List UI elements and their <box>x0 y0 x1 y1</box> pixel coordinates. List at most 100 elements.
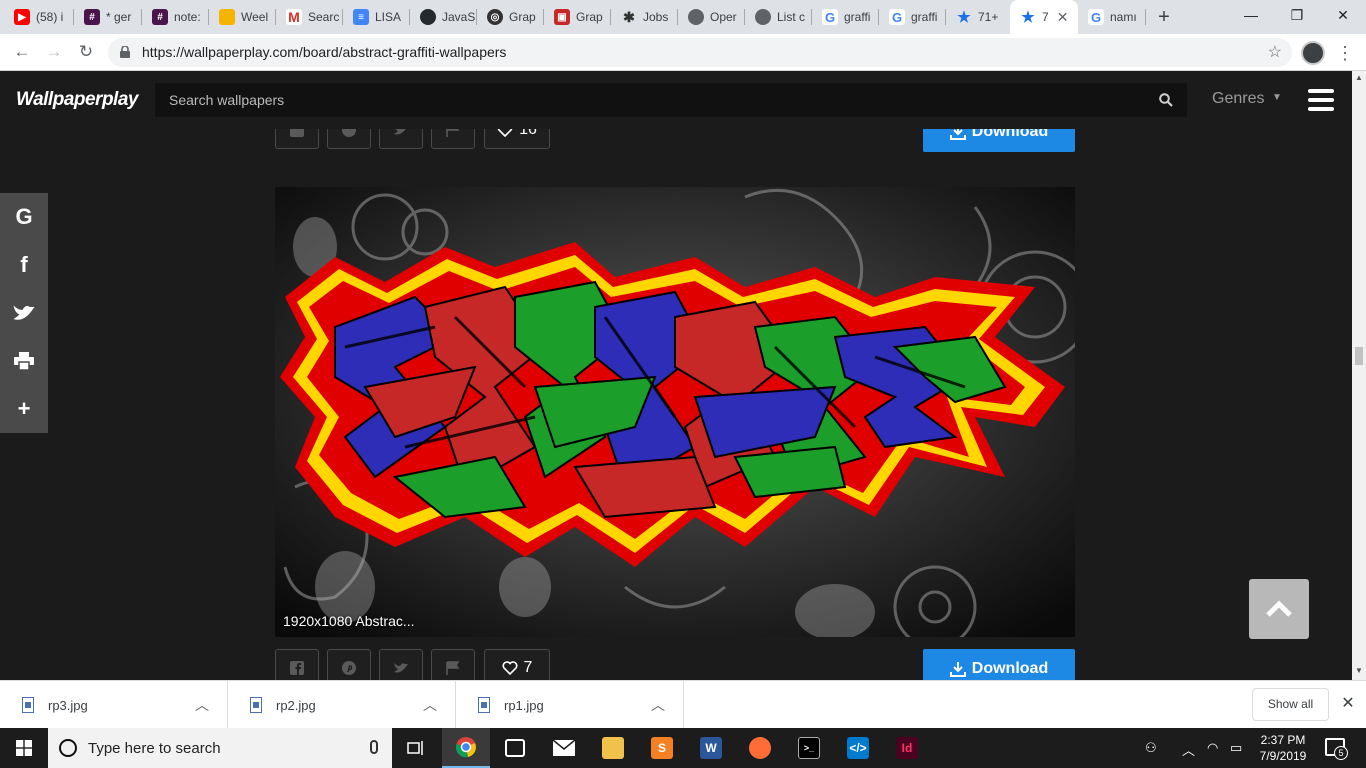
tab-71-plus[interactable]: ★ 71+ <box>946 0 1010 34</box>
maximize-button[interactable]: ❐ <box>1274 0 1320 30</box>
sublime-text-icon[interactable]: S <box>638 728 686 768</box>
taskbar-clock[interactable]: 2:37 PM 7/9/2019 <box>1253 732 1313 764</box>
facebook-share-button[interactable] <box>275 129 319 149</box>
tab-jobs[interactable]: ✱ Jobs <box>611 0 678 34</box>
more-share-plus-icon[interactable]: + <box>0 385 48 433</box>
store-icon[interactable] <box>491 728 539 768</box>
twitter-share-button[interactable] <box>379 649 423 680</box>
terminal-icon[interactable]: >_ <box>785 728 833 768</box>
chevron-up-icon[interactable]: ︿ <box>195 695 209 715</box>
tab-list[interactable]: List c <box>745 0 812 34</box>
twitter-share-icon[interactable] <box>0 289 48 337</box>
close-window-button[interactable]: ✕ <box>1320 0 1366 30</box>
tab-gmail-search[interactable]: M Searc <box>276 0 343 34</box>
tab-slides-week[interactable]: Weel <box>209 0 276 34</box>
download-button[interactable]: Download <box>923 129 1075 152</box>
notification-count-badge: 5 <box>1334 746 1348 760</box>
search-icon[interactable] <box>1159 93 1173 107</box>
hamburger-menu-icon[interactable] <box>1308 89 1334 111</box>
download-label: Download <box>971 129 1049 140</box>
profile-avatar[interactable] <box>1301 41 1325 65</box>
tab-slack-notes[interactable]: # note: <box>142 0 209 34</box>
download-button[interactable]: Download <box>923 649 1075 680</box>
facebook-icon <box>290 129 304 137</box>
like-button[interactable]: 7 <box>484 649 550 680</box>
file-explorer-icon[interactable] <box>589 728 637 768</box>
new-tab-button[interactable]: + <box>1152 6 1176 28</box>
tab-google-graffiti-2[interactable]: G graffi <box>879 0 946 34</box>
tab-slack-ger[interactable]: # * ger <box>74 0 142 34</box>
download-icon <box>949 129 966 140</box>
tab-open[interactable]: Oper <box>678 0 745 34</box>
minimize-button[interactable]: — <box>1228 0 1274 30</box>
word-icon[interactable]: W <box>687 728 735 768</box>
pinterest-share-button[interactable] <box>327 649 371 680</box>
flag-icon <box>446 129 460 137</box>
wallpaper-caption: 1920x1080 Abstrac... <box>283 613 415 629</box>
facebook-icon <box>290 661 304 675</box>
people-icon[interactable]: ⚇ <box>1145 740 1157 756</box>
genres-dropdown[interactable]: Genres <box>1212 90 1264 108</box>
windows-start-button[interactable] <box>0 728 48 768</box>
wallpaper-image[interactable]: 1920x1080 Abstrac... <box>275 187 1075 637</box>
chevron-up-icon[interactable]: ︿ <box>423 695 437 715</box>
tab-docs-lisa[interactable]: ≡ LISA <box>343 0 410 34</box>
tab-youtube[interactable]: ▶ (58) i <box>4 0 74 34</box>
download-item[interactable]: rp1.jpg ︿ <box>456 681 684 729</box>
battery-icon[interactable]: ▭ <box>1230 740 1242 756</box>
pinterest-share-button[interactable] <box>327 129 371 149</box>
site-logo[interactable]: Wallpaperplay <box>16 89 138 111</box>
taskbar-search-box[interactable]: Type here to search <box>48 728 392 768</box>
tab-label: Grap <box>576 10 603 24</box>
chrome-menu-icon[interactable]: ⋮ <box>1335 41 1355 65</box>
tab-close-icon[interactable]: ✕ <box>1057 9 1069 26</box>
twitter-share-button[interactable] <box>379 129 423 149</box>
mail-icon[interactable] <box>540 728 588 768</box>
microphone-icon[interactable] <box>370 740 378 754</box>
postman-icon[interactable] <box>736 728 784 768</box>
address-bar[interactable]: https://wallpaperplay.com/board/abstract… <box>108 38 1292 67</box>
forward-button[interactable]: → <box>42 40 66 64</box>
globe-icon <box>688 9 704 25</box>
tab-google-name[interactable]: G namı <box>1078 0 1146 34</box>
google-share-icon[interactable]: G <box>0 193 48 241</box>
chevron-up-icon[interactable]: ︿ <box>651 695 665 715</box>
vscode-icon[interactable]: </> <box>834 728 882 768</box>
download-item[interactable]: rp3.jpg ︿ <box>0 681 228 729</box>
scrollbar-thumb[interactable] <box>1355 347 1363 365</box>
tab-label: graffi <box>911 10 938 24</box>
tab-graph-1[interactable]: ◎ Grap <box>477 0 544 34</box>
scroll-down-arrow-icon[interactable]: ▼ <box>1355 666 1363 675</box>
close-shelf-icon[interactable]: ✕ <box>1338 693 1358 715</box>
tray-chevron-up-icon[interactable]: ︿ <box>1182 740 1195 759</box>
facebook-share-icon[interactable]: f <box>0 241 48 289</box>
scroll-up-arrow-icon[interactable]: ▲ <box>1355 73 1363 82</box>
image-file-icon <box>250 697 262 713</box>
search-input[interactable] <box>155 83 1145 117</box>
url-text: https://wallpaperplay.com/board/abstract… <box>142 44 507 60</box>
report-flag-button[interactable] <box>431 649 475 680</box>
tab-github-javascript[interactable]: JavaS <box>410 0 477 34</box>
indesign-icon[interactable]: Id <box>883 728 931 768</box>
tab-label: (58) i <box>36 10 64 24</box>
tab-active-wallpaperplay[interactable]: ★ 7 ✕ <box>1010 0 1078 34</box>
page-scrollbar[interactable]: ▲ ▼ <box>1352 71 1366 680</box>
report-flag-button[interactable] <box>431 129 475 149</box>
like-button[interactable]: 16 <box>484 129 550 149</box>
chrome-taskbar-icon[interactable] <box>442 728 490 768</box>
task-view-icon[interactable] <box>392 728 440 768</box>
tab-graph-2[interactable]: ▣ Grap <box>544 0 611 34</box>
bookmark-star-icon[interactable]: ☆ <box>1268 38 1282 67</box>
social-share-sidebar: G f + <box>0 193 48 433</box>
tab-label: Jobs <box>643 10 669 24</box>
wifi-icon[interactable]: ◠ <box>1207 740 1218 756</box>
tab-label: List c <box>777 10 806 24</box>
facebook-share-button[interactable] <box>275 649 319 680</box>
print-icon[interactable] <box>0 337 48 385</box>
show-all-downloads-button[interactable]: Show all <box>1252 688 1329 721</box>
tab-google-graffiti-1[interactable]: G graffi <box>812 0 879 34</box>
reload-button[interactable]: ↻ <box>74 40 98 64</box>
back-button[interactable]: ← <box>10 40 34 64</box>
download-item[interactable]: rp2.jpg ︿ <box>228 681 456 729</box>
back-to-top-button[interactable] <box>1249 579 1309 639</box>
